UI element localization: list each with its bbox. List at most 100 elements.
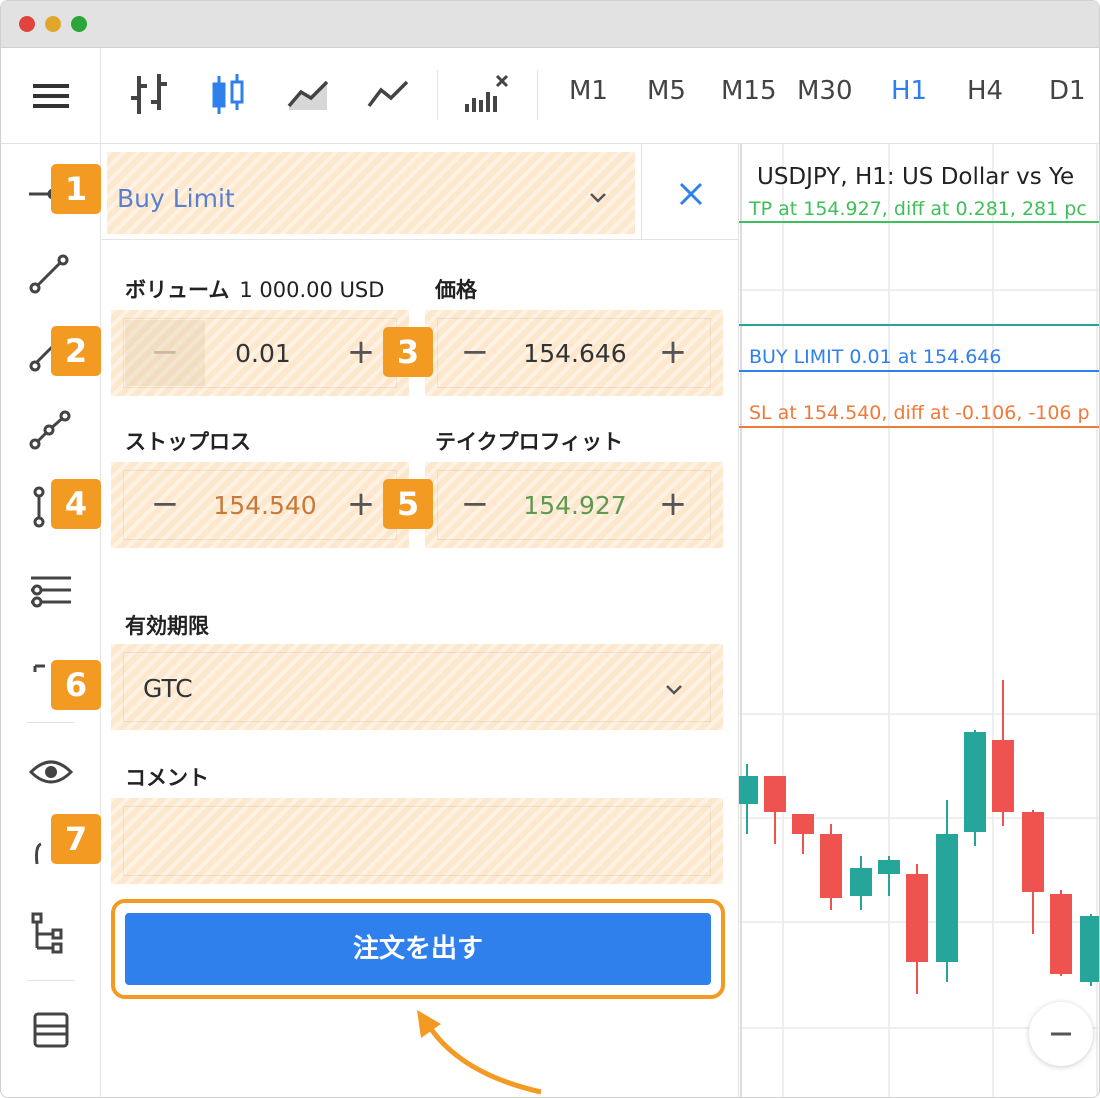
expiry-value: GTC: [143, 674, 193, 703]
price-stepper[interactable]: − 154.646 +: [425, 310, 723, 396]
order-panel: Buy Limit ボリューム 1 000.00 USD 価格 − 0.01 + …: [101, 144, 739, 1097]
candle-body: [1080, 916, 1099, 982]
eye-icon: [28, 760, 74, 784]
timeframe-m5[interactable]: M5: [647, 76, 686, 106]
expiry-select[interactable]: GTC: [111, 644, 723, 730]
bar-chart-icon: [131, 74, 167, 114]
stop-loss-increase-button[interactable]: +: [341, 482, 381, 526]
maximize-window-button[interactable]: [71, 16, 87, 32]
app-window: M1 M5 M15 M30 H1 H4 D1 1 2 4 6 7 Buy Lim…: [0, 0, 1100, 1098]
volume-value[interactable]: 0.01: [183, 339, 343, 368]
fibonacci-tool[interactable]: [23, 564, 79, 620]
chart-toolbar: M1 M5 M15 M30 H1 H4 D1: [1, 48, 1099, 144]
trend-line-icon: [29, 254, 89, 306]
order-type-value: Buy Limit: [117, 184, 235, 213]
volume-increase-button[interactable]: +: [341, 330, 381, 374]
layers-icon: [33, 1012, 69, 1048]
chart-title: USDJPY, H1: US Dollar vs Ye: [757, 164, 1075, 190]
volume-stepper[interactable]: − 0.01 +: [111, 310, 409, 396]
volume-off-icon: [465, 74, 523, 128]
candle-body: [906, 874, 928, 962]
volume-label: ボリューム 1 000.00 USD: [125, 278, 385, 302]
buy-limit-level-label[interactable]: BUY LIMIT 0.01 at 154.646: [749, 346, 1001, 368]
timeframe-m1[interactable]: M1: [569, 76, 608, 106]
minus-icon: [1051, 1032, 1071, 1036]
title-bar: [1, 1, 1099, 48]
timeframe-m30[interactable]: M30: [797, 76, 853, 106]
order-type-select[interactable]: Buy Limit: [107, 152, 635, 234]
candlestick-chart-button[interactable]: [207, 70, 253, 120]
timeframe-d1[interactable]: D1: [1049, 76, 1086, 106]
take-profit-label: テイクプロフィット: [435, 430, 624, 454]
candle-body: [1050, 894, 1072, 974]
close-icon: [679, 182, 703, 206]
comment-label: コメント: [125, 766, 209, 790]
take-profit-decrease-button[interactable]: −: [455, 482, 495, 526]
minimize-window-button[interactable]: [45, 16, 61, 32]
candle-body: [792, 814, 814, 834]
take-profit-stepper[interactable]: − 154.927 +: [425, 462, 723, 548]
take-profit-value[interactable]: 154.927: [495, 491, 655, 520]
drawing-tools-sidebar: 1 2 4 6 7: [1, 144, 101, 1097]
price-chart[interactable]: USDJPY, H1: US Dollar vs Ye TP at 154.92…: [739, 144, 1099, 1097]
candle-body: [764, 776, 786, 812]
tp-level-label: TP at 154.927, diff at 0.281, 281 pc: [749, 198, 1087, 220]
price-increase-button[interactable]: +: [653, 330, 693, 374]
candle-body: [739, 776, 758, 804]
callout-badge-2: 2: [51, 326, 101, 376]
candle-body: [964, 732, 986, 832]
area-chart-icon: [287, 80, 329, 110]
callout-badge-4: 4: [51, 479, 101, 529]
sl-level-label: SL at 154.540, diff at -0.106, -106 p: [749, 402, 1090, 424]
candle-body: [992, 740, 1014, 812]
candlestick-icon: [212, 74, 244, 114]
polyline-icon: [29, 410, 89, 464]
callout-badge-1: 1: [51, 164, 101, 214]
area-chart-button[interactable]: [285, 70, 331, 120]
chevron-down-icon: [666, 685, 682, 695]
fibonacci-icon: [31, 576, 71, 608]
template-tool[interactable]: [23, 1002, 79, 1058]
stop-loss-value[interactable]: 154.540: [185, 491, 345, 520]
candle-body: [850, 868, 872, 896]
chart-canvas: [739, 144, 1099, 1097]
volume-decrease-button[interactable]: −: [145, 330, 185, 374]
price-decrease-button[interactable]: −: [455, 330, 495, 374]
candle-body: [936, 834, 958, 962]
callout-badge-3: 3: [383, 327, 433, 377]
comment-input[interactable]: [111, 798, 723, 884]
place-order-button-highlight: 注文を出す: [111, 899, 725, 999]
price-value[interactable]: 154.646: [495, 339, 655, 368]
trend-line-tool[interactable]: [23, 248, 89, 306]
object-tree-icon: [31, 912, 63, 954]
line-chart-button[interactable]: [365, 70, 411, 120]
hamburger-icon: [33, 84, 69, 108]
timeframe-h4[interactable]: H4: [967, 76, 1003, 106]
callout-badge-7: 7: [51, 814, 101, 864]
place-order-button[interactable]: 注文を出す: [125, 913, 711, 985]
candle-body: [820, 834, 842, 898]
menu-button[interactable]: [1, 48, 101, 143]
stop-loss-decrease-button[interactable]: −: [145, 482, 185, 526]
close-window-button[interactable]: [19, 16, 35, 32]
callout-badge-5: 5: [383, 479, 433, 529]
expiry-label: 有効期限: [125, 614, 209, 638]
callout-badge-6: 6: [51, 660, 101, 710]
candle-body: [1022, 812, 1044, 892]
timeframe-h1[interactable]: H1: [891, 76, 927, 106]
timeframe-m15[interactable]: M15: [721, 76, 777, 106]
zoom-out-button[interactable]: [1029, 1002, 1093, 1066]
stop-loss-label: ストップロス: [125, 430, 251, 454]
object-tree-tool[interactable]: [23, 906, 79, 962]
bar-chart-button[interactable]: [127, 70, 173, 120]
close-panel-button[interactable]: [671, 174, 711, 214]
take-profit-increase-button[interactable]: +: [653, 482, 693, 526]
chevron-down-icon: [590, 193, 606, 203]
candle-body: [878, 860, 900, 874]
annotation-arrow-icon: [417, 1010, 542, 1095]
line-chart-icon: [367, 80, 409, 108]
stop-loss-stepper[interactable]: − 154.540 +: [111, 462, 409, 548]
visibility-toggle[interactable]: [23, 744, 79, 800]
volume-toggle-button[interactable]: [463, 70, 523, 128]
polyline-tool[interactable]: [23, 404, 89, 464]
